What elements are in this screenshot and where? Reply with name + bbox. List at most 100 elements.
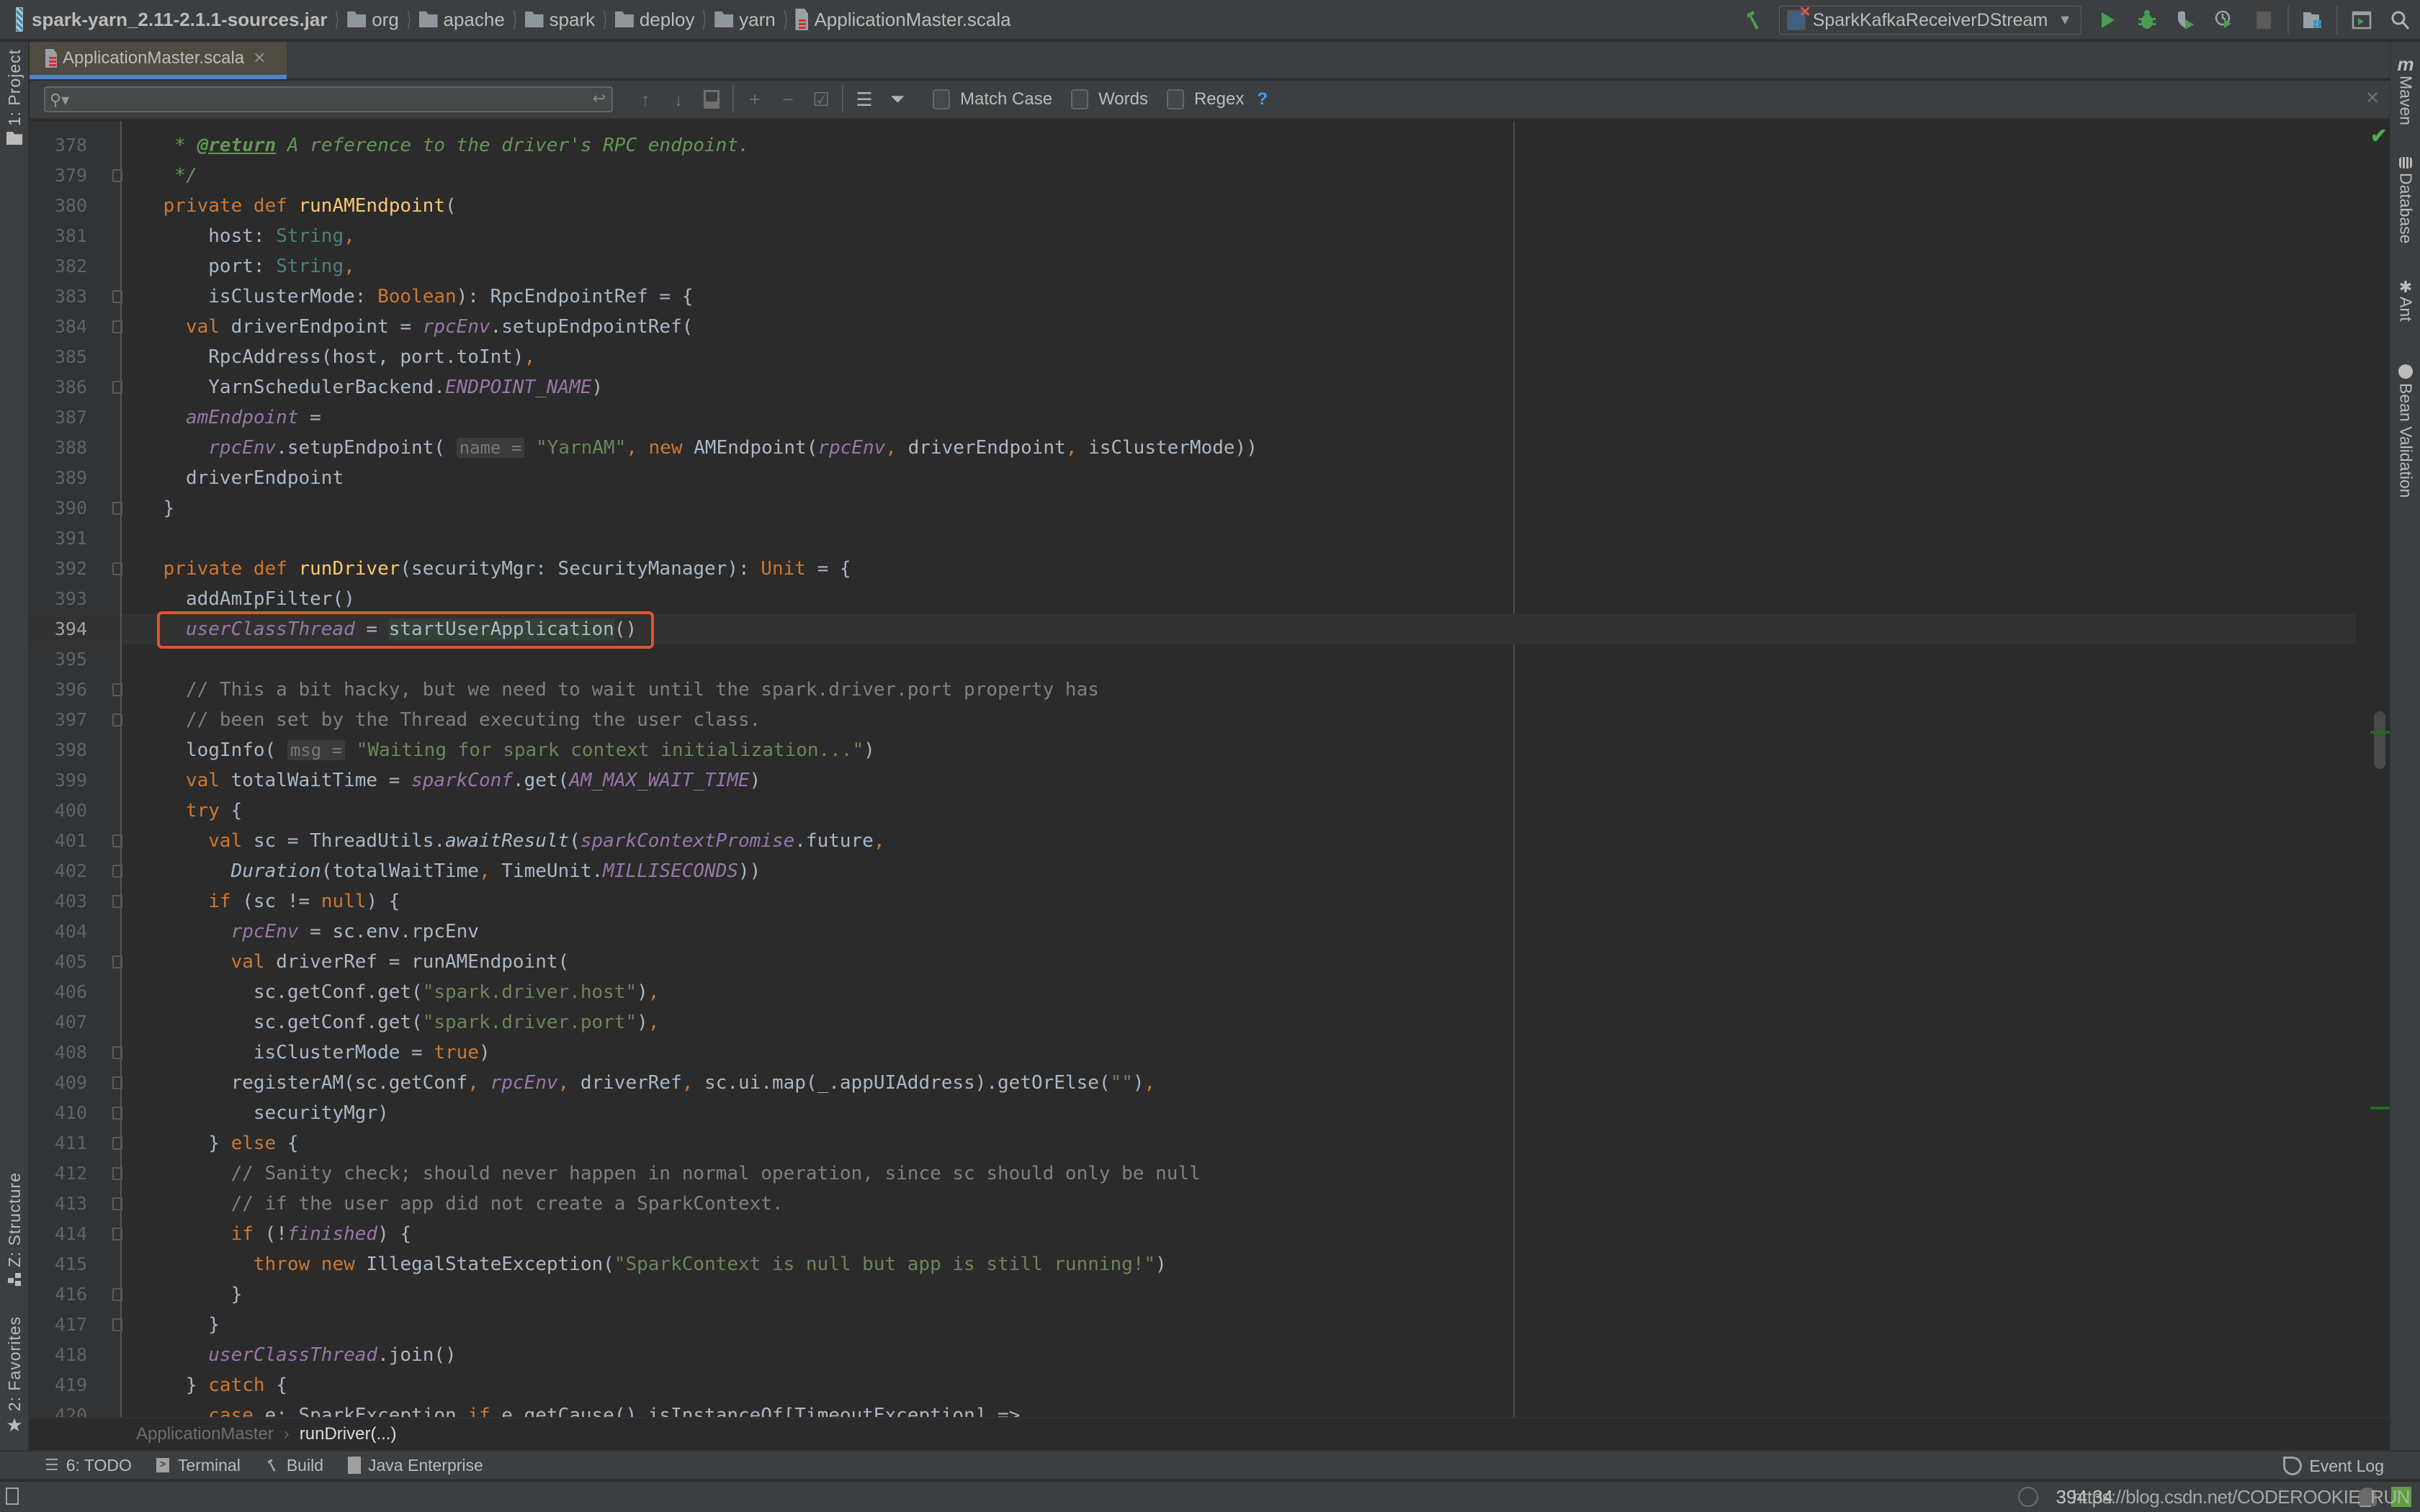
line-number[interactable]: 383 [30,282,87,312]
line-number[interactable]: 410 [30,1098,87,1128]
line-number[interactable]: 388 [30,433,87,463]
error-stripe-marker[interactable] [2370,731,2390,734]
tool-window-project[interactable]: 1: Project [0,49,29,145]
run-with-coverage-button[interactable] [2170,4,2202,36]
code-line[interactable]: 395 [30,644,2356,675]
code-line[interactable]: 391 [30,523,2356,554]
tool-window-build[interactable]: Build [265,1456,323,1475]
regex-checkbox[interactable]: Regex [1166,89,1244,109]
tool-window-structure[interactable]: Z: Structure [0,1172,29,1287]
error-stripe-marker[interactable] [2370,1107,2390,1110]
line-number[interactable]: 394 [30,614,87,644]
breadcrumb-deploy[interactable]: deploy ⟩ [614,0,714,40]
line-number[interactable]: 412 [30,1158,87,1189]
code-line[interactable]: 383 isClusterMode: Boolean): RpcEndpoint… [30,282,2356,312]
search-history-icon[interactable]: ⚲▾ [50,91,69,109]
tool-window-java-enterprise[interactable]: Java Enterprise [348,1456,483,1475]
code-line[interactable]: 387 amEndpoint = [30,402,2356,433]
line-number[interactable]: 416 [30,1279,87,1310]
line-number[interactable]: 395 [30,644,87,675]
toggle-tool-windows-icon[interactable] [6,1488,19,1505]
line-number[interactable]: 418 [30,1340,87,1370]
line-number[interactable]: 384 [30,312,87,342]
code-line[interactable]: 412 // Sanity check; should never happen… [30,1158,2356,1189]
code-editor[interactable]: 378 * @return A reference to the driver'… [30,121,2390,1417]
line-number[interactable]: 379 [30,161,87,191]
line-number[interactable]: 408 [30,1038,87,1068]
tool-window-todo[interactable]: ☰ 6: TODO [45,1456,132,1475]
code-line[interactable]: 397 // been set by the Thread executing … [30,705,2356,735]
search-field[interactable]: ⚲▾ ↩ [44,86,613,112]
line-number[interactable]: 392 [30,554,87,584]
tool-window-maven[interactable]: m Maven [2390,53,2420,125]
debug-button[interactable] [2131,4,2163,36]
code-line[interactable]: 416 } [30,1279,2356,1310]
line-number[interactable]: 409 [30,1068,87,1098]
line-number[interactable]: 414 [30,1219,87,1249]
checkbox[interactable] [1071,89,1089,109]
line-number[interactable]: 382 [30,251,87,282]
line-number[interactable]: 390 [30,493,87,523]
code-line[interactable]: 389 driverEndpoint [30,463,2356,493]
code-line[interactable]: 399 val totalWaitTime = sparkConf.get(AM… [30,765,2356,796]
line-number[interactable]: 391 [30,523,87,554]
filter-button[interactable]: ⏷ [881,84,914,115]
code-line[interactable]: 413 // if the user app did not create a … [30,1189,2356,1219]
find-all-button[interactable] [695,84,728,115]
breadcrumb-file[interactable]: ApplicationMaster.scala [795,0,1011,40]
code-line[interactable]: 384 val driverEndpoint = rpcEnv.setupEnd… [30,312,2356,342]
tool-window-database[interactable]: Database [2390,157,2420,243]
run-anything-button[interactable] [2346,4,2378,36]
code-line[interactable]: 393 addAmIpFilter() [30,584,2356,614]
code-line[interactable]: 390 } [30,493,2356,523]
code-line[interactable]: 396 // This a bit hacky, but we need to … [30,675,2356,705]
line-number[interactable]: 406 [30,977,87,1007]
tool-window-favorites[interactable]: 2: Favorites ★ [0,1316,29,1436]
code-line[interactable]: 401 val sc = ThreadUtils.awaitResult(spa… [30,826,2356,856]
run-configuration-dropdown[interactable]: SparkKafkaReceiverDStream ▼ [1778,3,2081,35]
code-line[interactable]: 404 rpcEnv = sc.env.rpcEnv [30,917,2356,947]
run-button[interactable] [2092,4,2124,36]
code-line[interactable]: 382 port: String, [30,251,2356,282]
breadcrumb-jar[interactable]: spark-yarn_2.11-2.1.1-sources.jar ⟩ [0,0,347,40]
checkbox[interactable] [1166,89,1184,109]
line-number[interactable]: 381 [30,221,87,251]
previous-occurrence-button[interactable]: ↑ [629,84,662,115]
line-number[interactable]: 420 [30,1400,87,1417]
line-number[interactable]: 399 [30,765,87,796]
stop-button[interactable] [2248,4,2280,36]
close-find-bar-button[interactable]: ✕ [2365,88,2380,109]
code-line[interactable]: 415 throw new IllegalStateException("Spa… [30,1249,2356,1279]
regex-help-link[interactable]: ? [1257,89,1268,109]
code-line[interactable]: 417 } [30,1310,2356,1340]
tool-window-event-log[interactable]: Event Log [2283,1452,2384,1480]
line-number[interactable]: 398 [30,735,87,765]
line-number[interactable]: 413 [30,1189,87,1219]
line-number[interactable]: 411 [30,1128,87,1158]
line-number[interactable]: 417 [30,1310,87,1340]
line-number[interactable]: 415 [30,1249,87,1279]
line-number[interactable]: 419 [30,1370,87,1400]
code-line[interactable]: 380 private def runAMEndpoint( [30,191,2356,221]
line-number[interactable]: 393 [30,584,87,614]
breadcrumb-apache[interactable]: apache ⟩ [418,0,525,40]
tool-window-bean-validation[interactable]: Bean Validation [2390,364,2420,498]
line-number[interactable]: 396 [30,675,87,705]
line-number[interactable]: 386 [30,372,87,402]
line-number[interactable]: 401 [30,826,87,856]
next-occurrence-button[interactable]: ↓ [662,84,695,115]
code-line[interactable]: 420 case e: SparkException if e.getCause… [30,1400,2356,1417]
code-line[interactable]: 408 isClusterMode = true) [30,1038,2356,1068]
add-occurrence-button[interactable]: + [738,84,771,115]
line-number[interactable]: 407 [30,1007,87,1038]
code-line[interactable]: 379 */ [30,161,2356,191]
close-icon[interactable]: ✕ [253,49,266,68]
code-line[interactable]: 388 rpcEnv.setupEndpoint( name = "YarnAM… [30,433,2356,463]
code-line[interactable]: 392 private def runDriver(securityMgr: S… [30,554,2356,584]
code-line[interactable]: 386 YarnSchedulerBackend.ENDPOINT_NAME) [30,372,2356,402]
code-line[interactable]: 406 sc.getConf.get("spark.driver.host"), [30,977,2356,1007]
line-number[interactable]: 404 [30,917,87,947]
memory-indicator-icon[interactable] [2018,1487,2039,1507]
line-number[interactable]: 402 [30,856,87,886]
line-number[interactable]: 385 [30,342,87,372]
